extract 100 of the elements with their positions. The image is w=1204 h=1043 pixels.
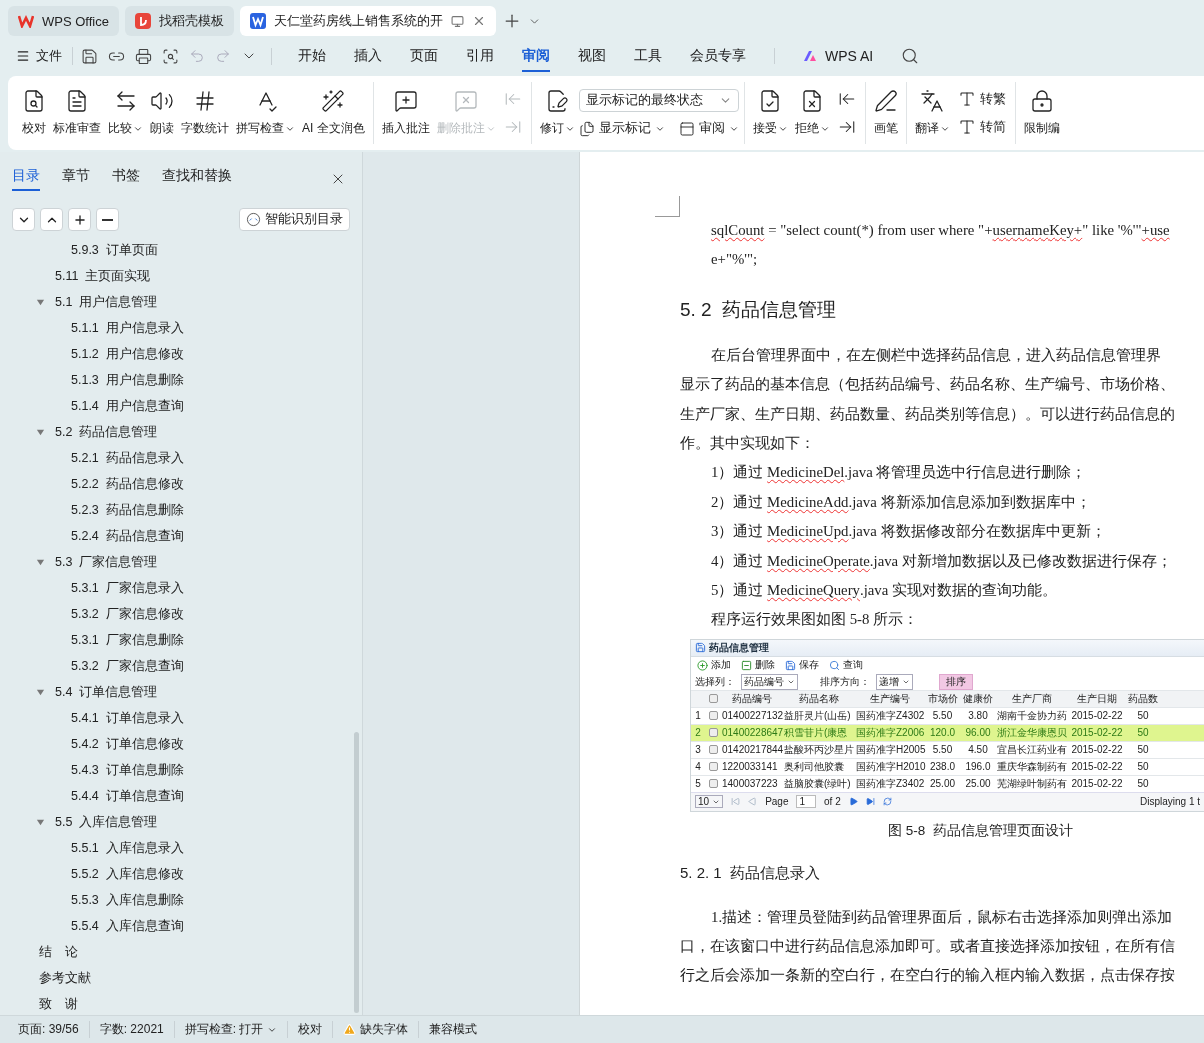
- sidebar-tab[interactable]: 书签: [112, 167, 140, 191]
- search-icon[interactable]: [901, 47, 920, 65]
- page-input[interactable]: 1: [796, 795, 817, 809]
- menu-tab[interactable]: 审阅: [522, 40, 550, 72]
- toc-entry[interactable]: 5.3.1 厂家信息录入: [71, 579, 184, 597]
- status-item[interactable]: 缺失字体: [333, 1021, 420, 1038]
- toc-entry[interactable]: 5.1.2 用户信息修改: [71, 345, 184, 363]
- status-item[interactable]: 兼容模式: [419, 1021, 488, 1038]
- page-size-select[interactable]: 10: [695, 795, 724, 809]
- sidebar-tab[interactable]: 查找和替换: [162, 167, 232, 191]
- checkbox[interactable]: [708, 779, 718, 789]
- ribbon-button[interactable]: 审阅: [678, 120, 739, 137]
- ribbon-button[interactable]: 字数统计: [178, 83, 232, 143]
- ribbon-button[interactable]: 转简: [957, 118, 1006, 136]
- add-button[interactable]: [68, 208, 91, 231]
- checkbox[interactable]: [708, 694, 718, 704]
- ribbon-button[interactable]: 翻译: [911, 83, 953, 143]
- toc-entry[interactable]: 5.1.3 用户信息删除: [71, 371, 184, 389]
- menu-tab[interactable]: 引用: [466, 40, 494, 72]
- toc-entry[interactable]: 5.5 入库信息管理: [55, 813, 158, 831]
- ribbon-button[interactable]: AI 全文润色: [299, 83, 368, 143]
- menu-tab[interactable]: 开始: [298, 40, 326, 72]
- sidebar-tab[interactable]: 章节: [62, 167, 90, 191]
- remove-button[interactable]: [96, 208, 119, 231]
- status-item[interactable]: 页面: 39/56: [8, 1021, 90, 1038]
- file-menu[interactable]: 文件: [16, 47, 73, 65]
- collapse-button[interactable]: [40, 208, 63, 231]
- sort-button[interactable]: 排序: [939, 673, 973, 690]
- checkbox[interactable]: [708, 711, 718, 721]
- document-tab[interactable]: WPS Office: [8, 6, 119, 36]
- toc-entry[interactable]: 5.1 用户信息管理: [55, 293, 158, 311]
- smart-toc-button[interactable]: 智能识别目录: [239, 208, 350, 231]
- toc-entry[interactable]: 5.4.2 订单信息修改: [71, 735, 184, 753]
- ai-button[interactable]: WPS AI: [774, 48, 874, 64]
- toc-entry[interactable]: 5.4.1 订单信息录入: [71, 709, 184, 727]
- expanded-triangle-icon[interactable]: [36, 687, 45, 697]
- menu-tab[interactable]: 工具: [634, 40, 662, 72]
- toc-entry[interactable]: 5.5.3 入库信息删除: [71, 891, 184, 909]
- status-item[interactable]: 拼写检查: 打开: [174, 1021, 289, 1038]
- toc-entry[interactable]: 5.2.2 药品信息修改: [71, 475, 184, 493]
- toc-entry[interactable]: 5.2.4 药品信息查询: [71, 527, 184, 545]
- toc-entry[interactable]: 5.5.1 入库信息录入: [71, 839, 184, 857]
- status-item[interactable]: 字数: 22021: [89, 1021, 175, 1038]
- checkbox[interactable]: [708, 762, 718, 772]
- expand-button[interactable]: [12, 208, 35, 231]
- expanded-triangle-icon[interactable]: [36, 817, 45, 827]
- ribbon-button[interactable]: 插入批注: [378, 83, 433, 143]
- menu-tab[interactable]: 会员专享: [690, 40, 746, 72]
- ribbon-button[interactable]: 朗读: [147, 83, 177, 143]
- toc-entry[interactable]: 5.1.1 用户信息录入: [71, 319, 184, 337]
- toc-entry[interactable]: 5.5.4 入库信息查询: [71, 917, 184, 935]
- scrollbar-thumb[interactable]: [354, 732, 359, 1013]
- checkbox[interactable]: [708, 745, 718, 755]
- ribbon-button[interactable]: 比较: [105, 83, 146, 143]
- sidebar-tab[interactable]: 目录: [12, 167, 40, 191]
- document-tab[interactable]: 天仁堂药房线上销售系统的开: [239, 6, 496, 36]
- ribbon-button[interactable]: 限制编: [1020, 83, 1063, 143]
- toc-entry[interactable]: 5.2 药品信息管理: [55, 423, 158, 441]
- icon-button[interactable]: [837, 118, 856, 136]
- document-tab[interactable]: 找稻壳模板: [124, 6, 234, 36]
- icon-button[interactable]: [837, 90, 856, 108]
- toc-entry[interactable]: 参考文献: [39, 969, 91, 987]
- menu-tab[interactable]: 插入: [354, 40, 382, 72]
- toc-entry[interactable]: 致 谢: [39, 995, 78, 1013]
- toc-entry[interactable]: 5.4.4 订单信息查询: [71, 787, 184, 805]
- ribbon-button[interactable]: 画笔: [870, 83, 901, 143]
- toc-entry[interactable]: 5.3 厂家信息管理: [55, 553, 158, 571]
- order-select[interactable]: 递增: [876, 673, 913, 690]
- toc-entry[interactable]: 5.3.1 厂家信息删除: [71, 631, 184, 649]
- toc-entry[interactable]: 5.1.4 用户信息查询: [71, 397, 184, 415]
- expanded-triangle-icon[interactable]: [36, 297, 45, 307]
- toc-entry[interactable]: 5.3.2 厂家信息查询: [71, 657, 184, 675]
- toc-entry[interactable]: 5.4.3 订单信息删除: [71, 761, 184, 779]
- menu-tab[interactable]: 视图: [578, 40, 606, 72]
- ribbon-button[interactable]: 显示标记: [578, 120, 665, 137]
- column-select[interactable]: 药品编号: [741, 673, 798, 690]
- ribbon-button[interactable]: 拼写检查: [233, 83, 298, 143]
- ribbon-button[interactable]: 转繁: [957, 90, 1006, 108]
- menu-tab[interactable]: 页面: [410, 40, 438, 72]
- toolbar-button[interactable]: 查询: [829, 658, 863, 673]
- ribbon-button[interactable]: 修订: [536, 83, 578, 143]
- expanded-triangle-icon[interactable]: [36, 557, 45, 567]
- ribbon-button[interactable]: 拒绝: [791, 83, 833, 143]
- markup-select[interactable]: 显示标记的最终状态: [578, 89, 739, 112]
- checkbox[interactable]: [708, 728, 718, 738]
- toolbar-button[interactable]: 保存: [785, 658, 819, 673]
- toc-entry[interactable]: 结 论: [39, 943, 78, 961]
- toc-entry[interactable]: 5.2.1 药品信息录入: [71, 449, 184, 467]
- status-item[interactable]: 校对: [288, 1021, 334, 1038]
- toc-entry[interactable]: 5.9.3 订单页面: [71, 241, 158, 259]
- toc-entry[interactable]: 5.2.3 药品信息删除: [71, 501, 184, 519]
- ribbon-button[interactable]: 校对: [19, 83, 49, 143]
- expanded-triangle-icon[interactable]: [36, 427, 45, 437]
- ribbon-button[interactable]: 接受: [749, 83, 791, 143]
- toc-entry[interactable]: 5.4 订单信息管理: [55, 683, 158, 701]
- toolbar-button[interactable]: 添加: [697, 658, 731, 673]
- ribbon-button[interactable]: 标准审查: [50, 83, 104, 143]
- toolbar-button[interactable]: 删除: [741, 658, 775, 673]
- toc-entry[interactable]: 5.11 主页面实现: [55, 267, 151, 285]
- toc-entry[interactable]: 5.5.2 入库信息修改: [71, 865, 184, 883]
